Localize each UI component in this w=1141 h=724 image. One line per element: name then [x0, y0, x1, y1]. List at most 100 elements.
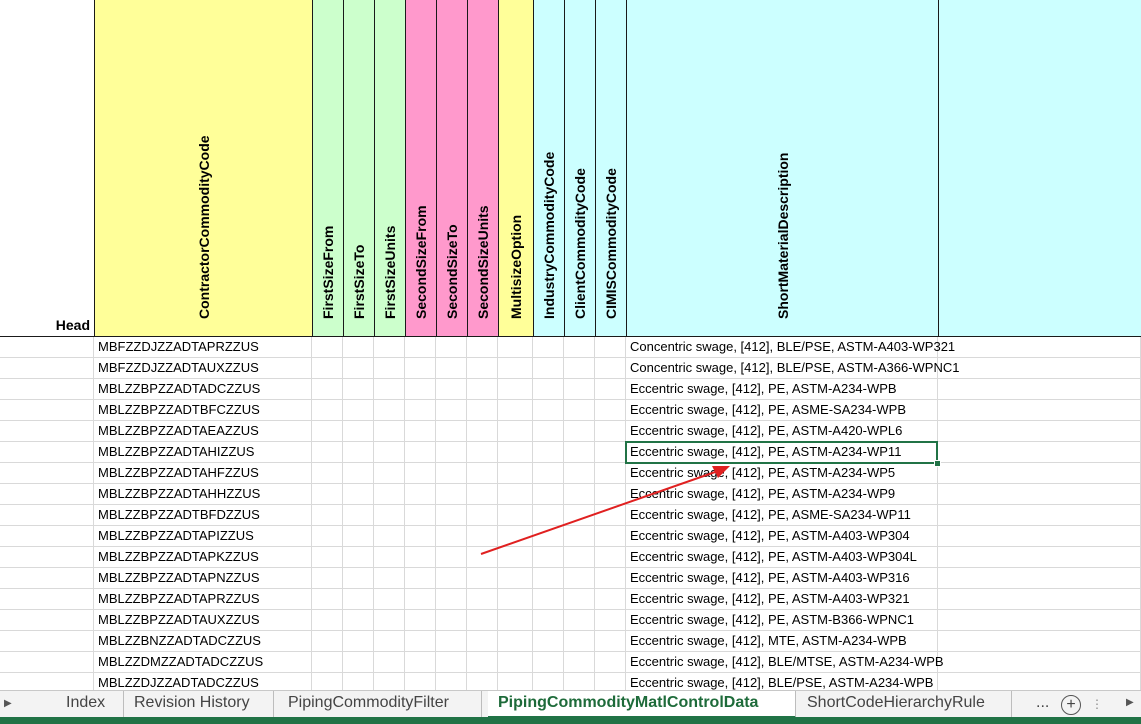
empty-cell[interactable]: [595, 526, 626, 547]
column-header-shortmaterialdescription[interactable]: ShortMaterialDescription: [626, 0, 938, 336]
empty-cell[interactable]: [312, 631, 343, 652]
empty-cell[interactable]: [312, 400, 343, 421]
empty-cell[interactable]: [312, 442, 343, 463]
empty-cell[interactable]: [938, 631, 1141, 652]
head-column-header[interactable]: Head: [0, 0, 94, 336]
contractor-code-cell[interactable]: MBLZZBPZZADTBFCZZUS: [94, 400, 312, 421]
empty-cell[interactable]: [467, 526, 498, 547]
head-cell[interactable]: [0, 463, 94, 484]
empty-cell[interactable]: [595, 631, 626, 652]
empty-cell[interactable]: [564, 589, 595, 610]
empty-cell[interactable]: [595, 652, 626, 673]
empty-cell[interactable]: [595, 421, 626, 442]
contractor-code-cell[interactable]: MBLZZBPZZADTAHIZZUS: [94, 442, 312, 463]
empty-cell[interactable]: [436, 337, 467, 358]
tab-scroll-left-icon[interactable]: ▶: [4, 698, 12, 709]
column-header-clientcommoditycode[interactable]: ClientCommodityCode: [564, 0, 595, 336]
column-header-firstsizefrom[interactable]: FirstSizeFrom: [312, 0, 343, 336]
empty-cell[interactable]: [343, 421, 374, 442]
empty-cell[interactable]: [436, 463, 467, 484]
empty-cell[interactable]: [436, 400, 467, 421]
sheet-tab[interactable]: PipingCommodityMatlControlData: [488, 691, 796, 719]
empty-cell[interactable]: [343, 442, 374, 463]
empty-cell[interactable]: [374, 421, 405, 442]
empty-cell[interactable]: [467, 673, 498, 690]
empty-cell[interactable]: [595, 547, 626, 568]
empty-cell[interactable]: [405, 631, 436, 652]
empty-cell[interactable]: [498, 358, 533, 379]
empty-cell[interactable]: [595, 589, 626, 610]
empty-cell[interactable]: [533, 379, 564, 400]
empty-cell[interactable]: [467, 421, 498, 442]
empty-cell[interactable]: [436, 652, 467, 673]
empty-cell[interactable]: [312, 484, 343, 505]
empty-cell[interactable]: [343, 358, 374, 379]
head-cell[interactable]: [0, 610, 94, 631]
empty-cell[interactable]: [533, 568, 564, 589]
empty-cell[interactable]: [374, 505, 405, 526]
empty-cell[interactable]: [436, 673, 467, 690]
empty-cell[interactable]: [436, 505, 467, 526]
empty-cell[interactable]: [436, 358, 467, 379]
empty-cell[interactable]: [498, 400, 533, 421]
empty-cell[interactable]: [374, 484, 405, 505]
empty-cell[interactable]: [405, 442, 436, 463]
empty-cell[interactable]: [938, 358, 1141, 379]
empty-cell[interactable]: [312, 547, 343, 568]
empty-cell[interactable]: [374, 673, 405, 690]
empty-cell[interactable]: [564, 442, 595, 463]
empty-cell[interactable]: [405, 337, 436, 358]
empty-cell[interactable]: [595, 673, 626, 690]
empty-cell[interactable]: [374, 400, 405, 421]
empty-cell[interactable]: [564, 610, 595, 631]
empty-cell[interactable]: [533, 337, 564, 358]
empty-cell[interactable]: [595, 358, 626, 379]
empty-cell[interactable]: [564, 337, 595, 358]
empty-cell[interactable]: [405, 358, 436, 379]
empty-cell[interactable]: [564, 505, 595, 526]
empty-cell[interactable]: [343, 652, 374, 673]
contractor-code-cell[interactable]: MBLZZBPZZADTAHFZZUS: [94, 463, 312, 484]
empty-cell[interactable]: [467, 358, 498, 379]
empty-cell[interactable]: [498, 505, 533, 526]
empty-cell[interactable]: [533, 442, 564, 463]
empty-cell[interactable]: [374, 358, 405, 379]
empty-cell[interactable]: [374, 379, 405, 400]
head-cell[interactable]: [0, 442, 94, 463]
empty-cell[interactable]: [374, 652, 405, 673]
empty-cell[interactable]: [405, 463, 436, 484]
column-header-secondsizefrom[interactable]: SecondSizeFrom: [405, 0, 436, 336]
short-description-cell[interactable]: Eccentric swage, [412], PE, ASME-SA234-W…: [626, 400, 938, 421]
tab-scroll-right-icon[interactable]: ▶: [1126, 697, 1134, 708]
short-description-cell[interactable]: Eccentric swage, [412], PE, ASTM-B366-WP…: [626, 610, 938, 631]
empty-cell[interactable]: [498, 568, 533, 589]
empty-cell[interactable]: [498, 589, 533, 610]
empty-cell[interactable]: [374, 568, 405, 589]
empty-cell[interactable]: [498, 526, 533, 547]
empty-cell[interactable]: [564, 547, 595, 568]
empty-cell[interactable]: [498, 673, 533, 690]
empty-cell[interactable]: [343, 547, 374, 568]
contractor-code-cell[interactable]: MBLZZBNZZADTADCZZUS: [94, 631, 312, 652]
empty-cell[interactable]: [498, 610, 533, 631]
empty-cell[interactable]: [938, 610, 1141, 631]
empty-cell[interactable]: [938, 379, 1141, 400]
contractor-code-cell[interactable]: MBLZZBPZZADTADCZZUS: [94, 379, 312, 400]
empty-cell[interactable]: [938, 337, 1141, 358]
contractor-code-cell[interactable]: MBLZZBPZZADTBFDZZUS: [94, 505, 312, 526]
head-cell[interactable]: [0, 400, 94, 421]
empty-cell[interactable]: [374, 463, 405, 484]
short-description-cell[interactable]: Eccentric swage, [412], PE, ASTM-A403-WP…: [626, 526, 938, 547]
short-description-cell[interactable]: Eccentric swage, [412], BLE/PSE, ASTM-A2…: [626, 673, 938, 690]
column-header-multisizeoption[interactable]: MultisizeOption: [498, 0, 533, 336]
short-description-cell[interactable]: Eccentric swage, [412], PE, ASTM-A234-WP…: [626, 379, 938, 400]
empty-cell[interactable]: [343, 379, 374, 400]
sheet-tab[interactable]: Revision History: [124, 691, 274, 717]
empty-cell[interactable]: [938, 463, 1141, 484]
empty-cell[interactable]: [343, 400, 374, 421]
empty-cell[interactable]: [312, 568, 343, 589]
empty-cell[interactable]: [374, 547, 405, 568]
short-description-cell[interactable]: Eccentric swage, [412], PE, ASTM-A403-WP…: [626, 547, 938, 568]
empty-cell[interactable]: [312, 421, 343, 442]
contractor-code-cell[interactable]: MBFZZDJZZADTAUXZZUS: [94, 358, 312, 379]
